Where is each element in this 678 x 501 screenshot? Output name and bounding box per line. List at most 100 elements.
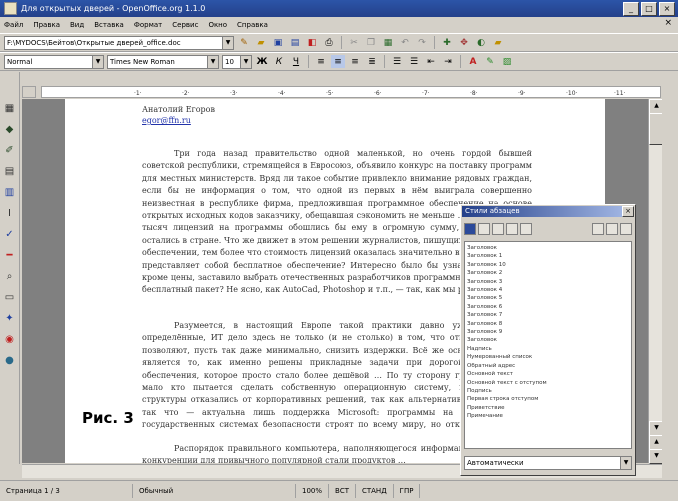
background-color-icon[interactable]: ▨ [500, 55, 514, 68]
menu-file[interactable]: Файл [4, 21, 23, 29]
list-item[interactable]: Заголовок 2 [467, 269, 629, 277]
list-item[interactable]: Основной текст с отступом [467, 379, 629, 387]
decrease-indent-icon[interactable]: ⇤ [424, 55, 438, 68]
cut-icon[interactable]: ✂ [347, 36, 361, 49]
chevron-down-icon[interactable]: ▼ [620, 457, 631, 469]
status-zoom[interactable]: 100% [296, 484, 330, 498]
chevron-down-icon[interactable]: ▼ [207, 55, 218, 68]
menu-format[interactable]: Формат [134, 21, 162, 29]
status-hyperlink-mode[interactable]: ГПР [394, 484, 421, 498]
style-list[interactable]: Заголовок Заголовок 1 Заголовок 10 Загол… [464, 241, 632, 449]
list-item[interactable]: Заголовок 3 [467, 278, 629, 286]
horizontal-ruler[interactable]: ·1· ·2· ·3· ·4· ·5· ·6· ·7· ·8· ·9· ·10· ·11· [41, 86, 661, 98]
list-item[interactable]: Заголовок 7 [467, 311, 629, 319]
font-name-combo[interactable]: Times New Roman ▼ [107, 54, 219, 69]
online-layout-icon[interactable]: ◉ [3, 333, 17, 346]
highlight-icon[interactable]: ✎ [483, 55, 497, 68]
status-selection-mode[interactable]: СТАНД [356, 484, 394, 498]
author-email-link[interactable]: egor@ffn.ru [142, 116, 191, 125]
edit-mode-icon[interactable]: ▤ [288, 36, 302, 49]
hyperlink-icon[interactable]: ✚ [440, 36, 454, 49]
show-draw-icon[interactable]: ▤ [3, 165, 17, 178]
list-item[interactable]: Заголовок 4 [467, 286, 629, 294]
list-item[interactable]: Заголовок 5 [467, 294, 629, 302]
list-item[interactable]: Обратный адрес [467, 362, 629, 370]
align-right-icon[interactable]: ≡ [348, 55, 362, 68]
graphics-icon[interactable]: ✦ [3, 312, 17, 325]
fill-format-icon[interactable] [592, 223, 604, 235]
increase-indent-icon[interactable]: ⇥ [441, 55, 455, 68]
undo-icon[interactable]: ↶ [398, 36, 412, 49]
edit-file-icon[interactable]: ✎ [237, 36, 251, 49]
copy-icon[interactable]: ❐ [364, 36, 378, 49]
menu-tools[interactable]: Сервис [172, 21, 198, 29]
list-item[interactable]: Первая строка отступом [467, 395, 629, 403]
style-filter-combo[interactable]: Автоматически ▼ [464, 456, 632, 470]
close-window-button[interactable]: × [659, 2, 675, 16]
list-item[interactable]: Заголовок [467, 244, 629, 252]
menu-insert[interactable]: Вставка [94, 21, 124, 29]
vertical-scrollbar[interactable]: ▲ ▼ ▲ ▼ [648, 99, 664, 464]
align-left-icon[interactable]: ≡ [314, 55, 328, 68]
autospell-icon[interactable]: ━ [3, 249, 17, 262]
update-style-icon[interactable] [620, 223, 632, 235]
justify-icon[interactable]: ≣ [365, 55, 379, 68]
find-icon[interactable]: ⌕ [3, 270, 17, 283]
paste-icon[interactable]: ▦ [381, 36, 395, 49]
save-icon[interactable]: ▣ [271, 36, 285, 49]
underline-icon[interactable]: Ч [289, 55, 303, 68]
numbering-icon[interactable]: ☰ [390, 55, 404, 68]
font-size-combo[interactable]: 10 ▼ [222, 54, 252, 69]
form-icon[interactable]: ▥ [3, 186, 17, 199]
web-icon[interactable]: ● [3, 354, 17, 367]
menu-help[interactable]: Справка [237, 21, 268, 29]
path-combo[interactable]: F:\MYDOCS\Бейтов\Открытые дверей_office.… [4, 35, 234, 50]
character-styles-icon[interactable] [478, 223, 490, 235]
chevron-down-icon[interactable]: ▼ [222, 36, 233, 49]
list-item[interactable]: Заголовок 6 [467, 303, 629, 311]
paragraph-styles-icon[interactable] [464, 223, 476, 235]
new-style-icon[interactable] [606, 223, 618, 235]
status-insert-mode[interactable]: ВСТ [329, 484, 356, 498]
list-item[interactable]: Примечание [467, 412, 629, 420]
align-center-icon[interactable]: ≡ [331, 55, 345, 68]
list-item[interactable]: Заголовок 9 [467, 328, 629, 336]
insert-icon[interactable]: ▦ [3, 102, 17, 115]
export-pdf-icon[interactable]: ◧ [305, 36, 319, 49]
insert-object-icon[interactable]: ✐ [3, 144, 17, 157]
list-item[interactable]: Надпись [467, 345, 629, 353]
menu-view[interactable]: Вид [70, 21, 84, 29]
chevron-down-icon[interactable]: ▼ [240, 55, 251, 68]
frame-styles-icon[interactable] [492, 223, 504, 235]
bold-icon[interactable]: Ж [255, 55, 269, 68]
list-item[interactable]: Нумерованный список [467, 353, 629, 361]
list-item[interactable]: Заголовок 10 [467, 261, 629, 269]
insert-fields-icon[interactable]: ◆ [3, 123, 17, 136]
print-icon[interactable]: ⎙ [322, 36, 336, 49]
list-item[interactable]: Заголовок 8 [467, 320, 629, 328]
nonprinting-chars-icon[interactable]: ▭ [3, 291, 17, 304]
font-color-icon[interactable]: A [466, 55, 480, 68]
edit-autotext-icon[interactable]: Ι [3, 207, 17, 220]
stylist-close-button[interactable]: × [622, 206, 634, 217]
bullets-icon[interactable]: ☰ [407, 55, 421, 68]
list-item[interactable]: Подпись [467, 387, 629, 395]
paragraph-style-combo[interactable]: Normal ▼ [4, 54, 104, 69]
minimize-button[interactable]: _ [623, 2, 639, 16]
spellcheck-icon[interactable]: ✓ [3, 228, 17, 241]
menu-window[interactable]: Окно [208, 21, 227, 29]
menu-edit[interactable]: Правка [33, 21, 60, 29]
chevron-down-icon[interactable]: ▼ [92, 55, 103, 68]
list-item[interactable]: Приветствие [467, 404, 629, 412]
data-sources-icon[interactable]: ▰ [491, 36, 505, 49]
tab-stop-selector[interactable] [22, 86, 36, 98]
close-document-icon[interactable]: × [664, 18, 672, 28]
navigator-icon[interactable]: ✥ [457, 36, 471, 49]
list-item[interactable]: Заголовок 1 [467, 252, 629, 260]
list-item[interactable]: Заголовок [467, 336, 629, 344]
redo-icon[interactable]: ↷ [415, 36, 429, 49]
gallery-icon[interactable]: ◐ [474, 36, 488, 49]
maximize-button[interactable]: □ [641, 2, 657, 16]
open-folder-icon[interactable]: ▰ [254, 36, 268, 49]
list-styles-icon[interactable] [520, 223, 532, 235]
